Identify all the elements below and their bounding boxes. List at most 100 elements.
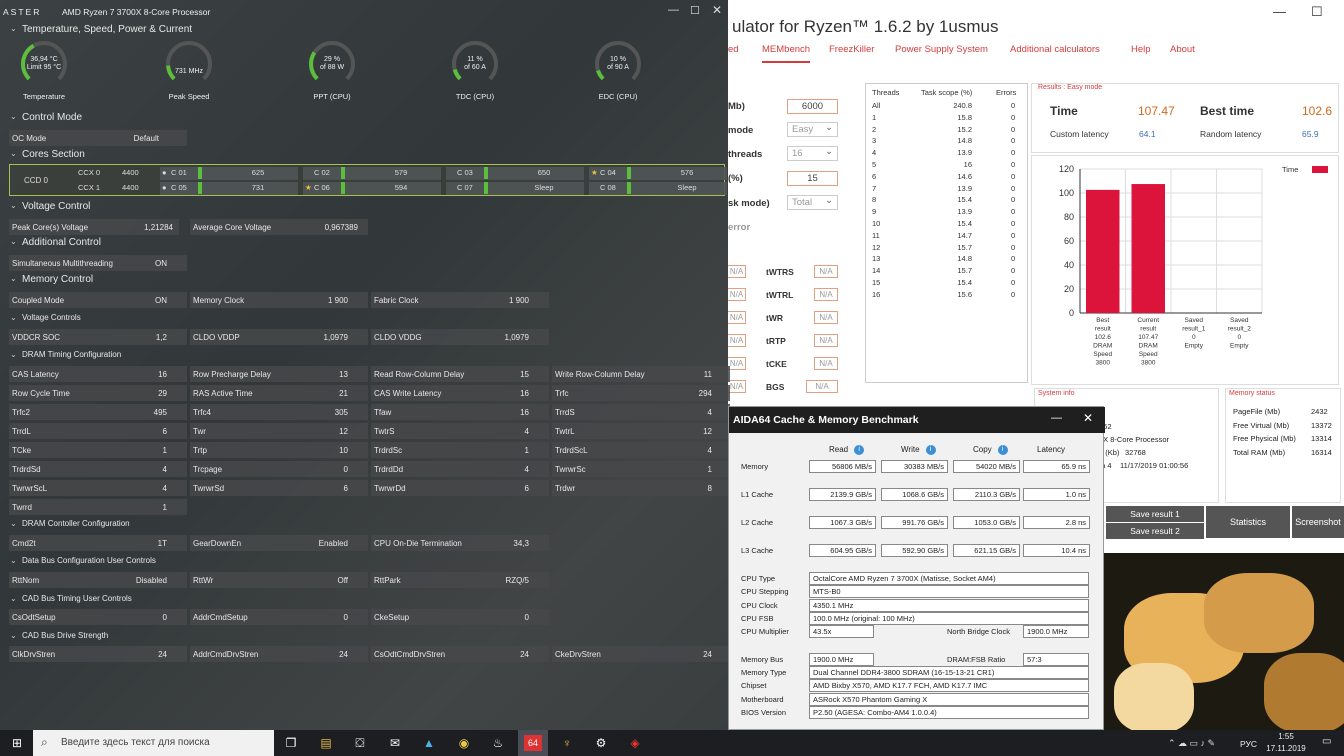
setting-label: TwrwrSc <box>555 465 586 474</box>
aida-title: AIDA64 Cache & Memory Benchmark <box>733 414 919 426</box>
section-header[interactable]: ⌄ Memory Control <box>0 274 728 288</box>
smt-value: ON <box>155 259 167 268</box>
menu-item-1[interactable]: MEMbench <box>762 44 811 63</box>
setting-row: CsOdtSetup 0 <box>9 609 187 625</box>
task-view-icon[interactable]: ❐ <box>282 734 300 752</box>
setting-label: CPU On-Die Termination <box>374 539 462 548</box>
section-header[interactable]: ⌄ CAD Bus Timing User Controls <box>0 594 728 608</box>
section-header[interactable]: ⌄ DRAM Timing Configuration <box>0 350 728 364</box>
dram-calc-icon[interactable]: ♆ <box>558 734 576 752</box>
core-name: C 03 <box>457 168 473 177</box>
section-header[interactable]: ⌄ Data Bus Configuration User Controls <box>0 556 728 570</box>
store-icon[interactable]: ⛋ <box>351 734 369 752</box>
pct-input[interactable]: 15 <box>787 171 838 186</box>
mem-label: Total RAM (Mb) <box>1233 447 1286 457</box>
setting-value: 29 <box>158 389 167 398</box>
menu-item-5[interactable]: Help <box>1131 44 1151 55</box>
menu-item-2[interactable]: FreezKiller <box>829 44 874 55</box>
mb-input[interactable]: 6000 <box>787 99 838 114</box>
section-header[interactable]: ⌄ Voltage Control <box>0 201 728 215</box>
save-result-1-button[interactable]: Save result 1 <box>1106 506 1204 522</box>
clock-date[interactable]: 17.11.2019 <box>1261 744 1311 753</box>
menu-item-3[interactable]: Power Supply System <box>895 44 988 55</box>
threads-select[interactable]: 16 <box>787 145 838 161</box>
aida-value: 65.9 ns <box>1023 460 1090 473</box>
statistics-button[interactable]: Statistics <box>1206 506 1290 538</box>
menu-item-0[interactable]: ed <box>728 44 739 55</box>
ryzen-master-icon[interactable]: ◈ <box>626 734 644 752</box>
na-box: N/A <box>814 265 838 278</box>
section-header[interactable]: ⌄ Cores Section <box>0 149 728 163</box>
setting-label: Read Row-Column Delay <box>374 370 465 379</box>
mem-value: 16314 <box>1311 447 1332 457</box>
thr-cell: 0 <box>1011 207 1016 217</box>
thr-cell: 3 <box>872 136 877 146</box>
app-icon[interactable]: ▲ <box>420 734 438 752</box>
mode-select[interactable]: Easy <box>787 121 838 137</box>
setting-row: Row Precharge Delay 13 <box>190 366 368 382</box>
minimize-icon[interactable]: — <box>1051 412 1062 424</box>
thr-row: 2 15.2 0 <box>866 125 1026 137</box>
maximize-icon[interactable]: ☐ <box>1311 4 1323 20</box>
aida64-taskbar-item[interactable]: 64 <box>518 730 548 756</box>
notification-icon[interactable]: ▭ <box>1322 736 1331 747</box>
taskbar-search[interactable]: ⌕ Введите здесь текст для поиска <box>33 730 274 756</box>
save-result-2-button[interactable]: Save result 2 <box>1106 523 1204 539</box>
setting-row: RttNom Disabled <box>9 572 187 588</box>
maximize-icon[interactable]: ☐ <box>690 4 700 17</box>
section-title: Voltage Controls <box>22 313 81 322</box>
setting-row: Tfaw 16 <box>371 404 549 420</box>
random-value: 65.9 <box>1302 129 1319 139</box>
setting-value: 24 <box>703 650 712 659</box>
close-icon[interactable]: ✕ <box>1083 411 1093 425</box>
x-tick-label: result <box>1095 326 1111 333</box>
minimize-icon[interactable]: — <box>668 4 679 16</box>
settings-icon[interactable]: ⚙ <box>592 734 610 752</box>
thr-cell: 0 <box>1011 278 1016 287</box>
legend-label: Time <box>1282 165 1298 174</box>
file-explorer-icon[interactable]: ▤ <box>317 734 335 752</box>
thr-cell: 14.8 <box>957 136 972 146</box>
aida-col-label: Latency <box>1037 445 1066 454</box>
core-name: C 06 <box>314 183 330 192</box>
language-indicator[interactable]: РУС <box>1240 739 1257 749</box>
timing-label: tRTP <box>766 336 786 346</box>
section-title: CAD Bus Drive Strength <box>22 631 109 640</box>
setting-label: TwtrS <box>374 427 395 436</box>
legend-swatch <box>1312 166 1328 173</box>
close-icon[interactable]: ✕ <box>712 3 722 17</box>
setting-row: TrrdS 4 <box>552 404 730 420</box>
screenshot-button[interactable]: Screenshot <box>1292 506 1344 538</box>
mb-label: Mb) <box>728 101 745 112</box>
gauge-label: Peak Speed <box>168 92 210 101</box>
steam-icon[interactable]: ♨ <box>489 734 507 752</box>
info-icon: i <box>997 445 1008 455</box>
section-header[interactable]: ⌄ DRAM Contoller Configuration <box>0 519 728 533</box>
setting-value: 12 <box>339 427 348 436</box>
setting-value: 1,0979 <box>323 333 348 342</box>
aida-info-value: 4350.1 MHz <box>809 598 1089 612</box>
section-header[interactable]: ⌄ Control Mode <box>0 112 728 126</box>
menu-item-4[interactable]: Additional calculators <box>1010 44 1100 55</box>
windows-start-icon[interactable]: ⊞ <box>8 734 26 752</box>
menu-item-6[interactable]: About <box>1170 44 1195 55</box>
dram-title: ulator for Ryzen™ 1.6.2 by 1usmus <box>732 17 999 36</box>
setting-label: TrrdL <box>12 427 31 436</box>
chrome-icon[interactable]: ◉ <box>455 734 473 752</box>
section-header[interactable]: ⌄ Voltage Controls <box>0 313 728 327</box>
section-header[interactable]: ⌄ CAD Bus Drive Strength <box>0 631 728 645</box>
setting-value: 305 <box>334 408 348 417</box>
section-header[interactable]: ⌄ Temperature, Speed, Power & Current <box>0 24 728 38</box>
clock-time[interactable]: 1:55 <box>1266 732 1306 741</box>
chevron-down-icon: ⌄ <box>10 201 17 210</box>
tray-icons[interactable]: ⌃ ☁ ▭ ♪ ✎ <box>1168 738 1215 749</box>
core-marker-icon: ★ <box>591 168 598 177</box>
ccx-label: CCX 1 <box>78 183 101 192</box>
mail-icon[interactable]: ✉ <box>386 734 404 752</box>
section-header[interactable]: ⌄ Additional Control <box>0 237 728 251</box>
setting-row: TrdrdScL 4 <box>552 442 730 458</box>
minimize-icon[interactable]: — <box>1273 4 1286 19</box>
setting-value: 4 <box>707 408 712 417</box>
task-select[interactable]: Total <box>787 194 838 210</box>
custom-label: Custom latency <box>1050 129 1109 139</box>
